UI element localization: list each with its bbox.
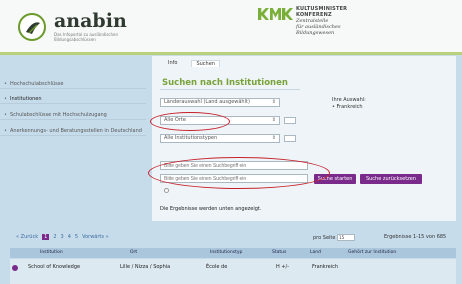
search-options <box>164 187 169 193</box>
table-row[interactable]: School of Knowledge Lille / Nizza / Soph… <box>10 259 456 284</box>
institution-type-select[interactable]: Alle Institutionstypen ⇕ <box>160 134 280 143</box>
pager-page-1[interactable]: 1 <box>42 234 50 240</box>
kmk-text: KULTUSMINISTER KONFERENZ Zentralstelle f… <box>296 6 347 36</box>
tab-suchen[interactable]: Suchen <box>191 60 220 67</box>
page-header: anabin Das Infoportal zu ausländischen B… <box>0 0 462 52</box>
sidebar-item-schulabschluesse[interactable]: • Schulabschlüsse mit Hochschulzugang <box>0 112 146 120</box>
per-page-label: pro Seite <box>313 235 336 241</box>
pager-forward-link[interactable]: Vorwärts » <box>82 234 109 240</box>
bullet-icon: • <box>4 81 7 87</box>
column-header-institution[interactable]: Institution <box>40 248 63 258</box>
search-reset-button[interactable]: Suche zurücksetzen <box>360 174 422 184</box>
chevron-down-icon: ⇕ <box>271 99 276 105</box>
cell-ort: Lille / Nizza / Sophia <box>120 264 171 270</box>
brand-subtitle: Das Infoportal zu ausländischen Bildungs… <box>54 32 119 42</box>
bullet-icon: • <box>4 96 7 102</box>
tab-bar: Info Suchen <box>164 60 220 67</box>
cell-typ: École de <box>206 264 228 270</box>
sidebar-item-label: Institutionen <box>10 96 42 102</box>
tab-info[interactable]: Info <box>164 60 181 67</box>
header-divider <box>0 52 462 55</box>
column-header-status[interactable]: Status <box>272 248 286 258</box>
sidebar-item-anerkennungsstellen[interactable]: • Anerkennungs- und Beratungsstellen in … <box>0 128 146 136</box>
place-select[interactable]: Alle Orte ⇕ <box>160 116 280 125</box>
sidebar-item-label: Anerkennungs- und Beratungsstellen in De… <box>10 128 142 134</box>
country-select[interactable]: Länderauswahl (Land ausgewählt) ⇕ <box>160 98 280 107</box>
place-select-value: Alle Orte <box>164 117 186 123</box>
pager-page-5[interactable]: 5 <box>75 234 78 240</box>
selection-label: Ihre Auswahl: <box>332 97 366 103</box>
sidebar-item-institutionen[interactable]: • Institutionen <box>0 96 146 104</box>
brand-name[interactable]: anabin <box>54 10 127 32</box>
per-page-select[interactable]: 15 <box>337 234 356 241</box>
pager-page-2[interactable]: 2 <box>53 234 56 240</box>
pager-back-link[interactable]: « Zurück <box>16 234 38 240</box>
pager-page-3[interactable]: 3 <box>61 234 64 240</box>
table-header: Institution Ort Institutionstyp Status L… <box>10 248 456 258</box>
chevron-down-icon: ⇕ <box>271 135 276 141</box>
page-title: Suchen nach Institutionen <box>162 78 288 88</box>
title-divider <box>160 89 300 90</box>
chevron-down-icon: ⇕ <box>271 117 276 123</box>
cell-institution[interactable]: School of Knowledge <box>28 264 80 270</box>
sidebar: • Hochschulabschlüsse • Institutionen • … <box>0 56 146 206</box>
kmk-logo-icon <box>258 8 293 20</box>
cell-land: Frankreich <box>312 264 339 270</box>
anabin-logo-icon[interactable] <box>18 13 46 41</box>
place-list-button[interactable] <box>284 117 296 124</box>
column-header-gehoert[interactable]: Gehört zur Institution <box>348 248 396 258</box>
selection-item-label: Frankreich <box>336 104 363 110</box>
type-select-value: Alle Institutionstypen <box>164 135 218 141</box>
country-select-value: Länderauswahl (Land ausgewählt) <box>164 99 250 105</box>
type-list-button[interactable] <box>284 135 296 142</box>
search-start-button[interactable]: Suche starten <box>314 174 356 184</box>
results-note: Die Ergebnisse werden unten angezeigt. <box>160 206 262 212</box>
radio-option[interactable] <box>164 187 169 193</box>
detail-icon[interactable] <box>12 265 18 271</box>
selection-item: • Frankreich <box>332 104 363 110</box>
per-page-control: pro Seite 15 <box>313 234 356 241</box>
pager-page-4[interactable]: 4 <box>68 234 71 240</box>
search-input-1[interactable] <box>160 161 308 170</box>
bullet-icon: • <box>4 112 7 118</box>
result-count: Ergebnisse 1-15 von 685 <box>384 234 447 240</box>
sidebar-item-label: Schulabschlüsse mit Hochschulzugang <box>10 112 107 118</box>
column-header-ort[interactable]: Ort <box>130 248 137 258</box>
column-header-typ[interactable]: Institutionstyp <box>210 248 242 258</box>
sidebar-item-label: Hochschulabschlüsse <box>10 81 64 87</box>
column-header-land[interactable]: Land <box>310 248 321 258</box>
kmk-line5: Bildungswesen <box>296 30 335 36</box>
pagination: « Zurück 1 2 3 4 5 Vorwärts » <box>16 234 109 240</box>
search-input-2[interactable] <box>160 174 308 183</box>
cell-status: H +/- <box>276 264 290 270</box>
sidebar-item-hochschulabschluesse[interactable]: • Hochschulabschlüsse <box>0 81 146 89</box>
search-panel: Info Suchen Suchen nach Institutionen Lä… <box>152 56 456 221</box>
bullet-icon: • <box>4 128 7 134</box>
